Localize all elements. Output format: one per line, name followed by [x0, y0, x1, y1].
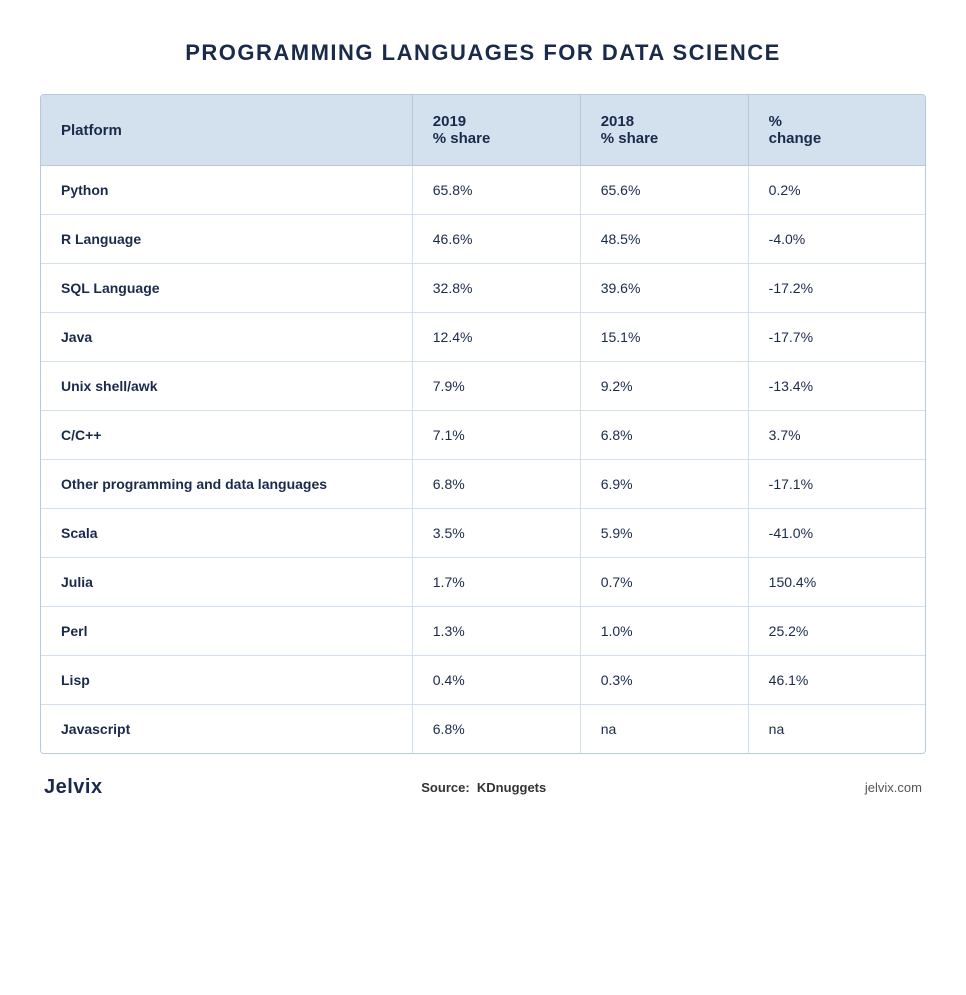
source-label: Source:: [421, 780, 469, 795]
cell-platform: C/C++: [41, 411, 412, 460]
cell-2019: 0.4%: [412, 656, 580, 705]
cell-2019: 1.7%: [412, 558, 580, 607]
table-row: SQL Language32.8%39.6%-17.2%: [41, 264, 925, 313]
cell-change: -4.0%: [748, 215, 925, 264]
table-row: Python65.8%65.6%0.2%: [41, 166, 925, 215]
cell-platform: Perl: [41, 607, 412, 656]
cell-2019: 32.8%: [412, 264, 580, 313]
table-row: Javascript6.8%nana: [41, 705, 925, 754]
cell-2019: 65.8%: [412, 166, 580, 215]
data-table: Platform 2019% share 2018% share %change…: [40, 94, 926, 754]
cell-2019: 7.1%: [412, 411, 580, 460]
cell-platform: Other programming and data languages: [41, 460, 412, 509]
page-title: PROGRAMMING LANGUAGES FOR DATA SCIENCE: [185, 40, 781, 66]
table-row: Julia1.7%0.7%150.4%: [41, 558, 925, 607]
source-value: KDnuggets: [477, 780, 546, 795]
header-2019: 2019% share: [412, 95, 580, 166]
header-change: %change: [748, 95, 925, 166]
table-row: Other programming and data languages6.8%…: [41, 460, 925, 509]
cell-2018: 0.7%: [580, 558, 748, 607]
cell-change: -17.7%: [748, 313, 925, 362]
cell-platform: Unix shell/awk: [41, 362, 412, 411]
cell-change: 150.4%: [748, 558, 925, 607]
footer-url: jelvix.com: [865, 780, 922, 795]
cell-2018: 0.3%: [580, 656, 748, 705]
cell-platform: Julia: [41, 558, 412, 607]
cell-2018: 15.1%: [580, 313, 748, 362]
cell-change: -41.0%: [748, 509, 925, 558]
table-row: C/C++7.1%6.8%3.7%: [41, 411, 925, 460]
cell-2019: 7.9%: [412, 362, 580, 411]
header-2018: 2018% share: [580, 95, 748, 166]
table-row: Perl1.3%1.0%25.2%: [41, 607, 925, 656]
cell-platform: Javascript: [41, 705, 412, 754]
cell-2019: 1.3%: [412, 607, 580, 656]
table-header-row: Platform 2019% share 2018% share %change: [41, 95, 925, 166]
cell-change: 46.1%: [748, 656, 925, 705]
cell-change: -13.4%: [748, 362, 925, 411]
cell-2018: 39.6%: [580, 264, 748, 313]
cell-platform: Java: [41, 313, 412, 362]
brand-logo: Jelvix: [44, 776, 103, 799]
cell-change: 3.7%: [748, 411, 925, 460]
cell-platform: Python: [41, 166, 412, 215]
cell-platform: SQL Language: [41, 264, 412, 313]
header-platform: Platform: [41, 95, 412, 166]
cell-2019: 46.6%: [412, 215, 580, 264]
table-row: Lisp0.4%0.3%46.1%: [41, 656, 925, 705]
footer: Jelvix Source: KDnuggets jelvix.com: [40, 776, 926, 799]
cell-2018: 65.6%: [580, 166, 748, 215]
cell-2018: 6.8%: [580, 411, 748, 460]
cell-2018: 6.9%: [580, 460, 748, 509]
cell-change: 25.2%: [748, 607, 925, 656]
table-row: Scala3.5%5.9%-41.0%: [41, 509, 925, 558]
cell-2018: 9.2%: [580, 362, 748, 411]
cell-2019: 12.4%: [412, 313, 580, 362]
table-row: Java12.4%15.1%-17.7%: [41, 313, 925, 362]
cell-change: na: [748, 705, 925, 754]
cell-change: 0.2%: [748, 166, 925, 215]
cell-2019: 3.5%: [412, 509, 580, 558]
cell-platform: Scala: [41, 509, 412, 558]
cell-2018: 1.0%: [580, 607, 748, 656]
table-row: R Language46.6%48.5%-4.0%: [41, 215, 925, 264]
cell-platform: Lisp: [41, 656, 412, 705]
cell-2018: 48.5%: [580, 215, 748, 264]
source-credit: Source: KDnuggets: [421, 780, 546, 795]
cell-2018: na: [580, 705, 748, 754]
cell-2018: 5.9%: [580, 509, 748, 558]
cell-change: -17.2%: [748, 264, 925, 313]
cell-platform: R Language: [41, 215, 412, 264]
cell-2019: 6.8%: [412, 460, 580, 509]
cell-2019: 6.8%: [412, 705, 580, 754]
cell-change: -17.1%: [748, 460, 925, 509]
table-row: Unix shell/awk7.9%9.2%-13.4%: [41, 362, 925, 411]
